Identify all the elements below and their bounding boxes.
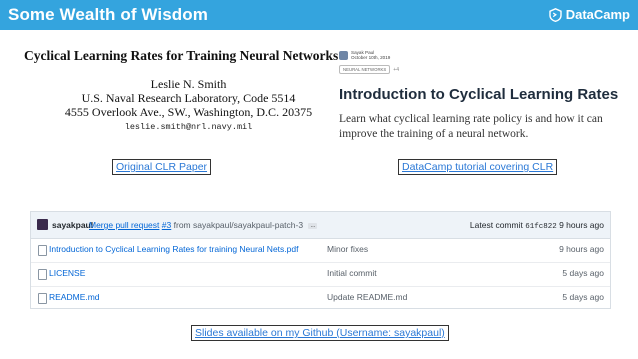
- avatar: [339, 51, 348, 60]
- tag-neural-networks[interactable]: NEURAL NETWORKS: [339, 65, 391, 75]
- file-icon: [38, 293, 47, 304]
- tutorial-tags: NEURAL NETWORKS +4: [339, 65, 629, 75]
- expand-commit-button[interactable]: ...: [308, 223, 318, 229]
- file-age: 5 days ago: [562, 268, 604, 278]
- paper-author: Leslie N. Smith: [150, 77, 227, 91]
- file-name-link[interactable]: Introduction to Cyclical Learning Rates …: [49, 244, 298, 254]
- file-commit-message[interactable]: Minor fixes: [327, 244, 368, 254]
- table-row: Introduction to Cyclical Learning Rates …: [31, 239, 610, 263]
- latest-commit-label: Latest commit: [469, 220, 523, 230]
- file-icon: [38, 245, 47, 256]
- github-file-list: sayakpaul Merge pull request #3 from say…: [30, 211, 611, 309]
- header-bar: Some Wealth of Wisdom DataCamp: [0, 0, 638, 30]
- commit-message-rest: from sayakpaul/sayakpaul-patch-3: [173, 220, 304, 230]
- tutorial-link[interactable]: DataCamp tutorial covering CLR: [398, 159, 558, 175]
- paper-email: leslie.smith@nrl.navy.mil: [124, 122, 253, 132]
- tutorial-card: Sayak Paul October 10th, 2019 NEURAL NET…: [339, 50, 629, 142]
- brand-name: DataCamp: [565, 7, 630, 22]
- slides-github-link[interactable]: Slides available on my Github (Username:…: [191, 325, 449, 341]
- avatar[interactable]: [37, 219, 48, 230]
- tutorial-author-row: Sayak Paul October 10th, 2019: [339, 50, 629, 60]
- clr-paper-link[interactable]: Original CLR Paper: [112, 159, 212, 175]
- paper-affiliation: U.S. Naval Research Laboratory, Code 551…: [81, 91, 296, 105]
- latest-commit-bar: sayakpaul Merge pull request #3 from say…: [31, 212, 610, 239]
- latest-commit-age: 9 hours ago: [559, 220, 604, 230]
- latest-commit-info: Latest commit 61fc822 9 hours ago: [470, 220, 604, 231]
- file-age: 5 days ago: [562, 292, 604, 302]
- commit-sha[interactable]: 61fc822: [525, 223, 557, 231]
- tutorial-title: Introduction to Cyclical Learning Rates: [339, 86, 619, 104]
- file-commit-message[interactable]: Initial commit: [327, 268, 377, 278]
- commit-message-link[interactable]: Merge pull request: [89, 220, 159, 230]
- tag-more[interactable]: +4: [393, 67, 399, 73]
- file-commit-message[interactable]: Update README.md: [327, 292, 407, 302]
- file-name-link[interactable]: LICENSE: [49, 268, 85, 278]
- file-icon: [38, 269, 47, 280]
- tutorial-date: October 10th, 2019: [351, 55, 391, 61]
- datacamp-logo-icon: [549, 7, 562, 22]
- table-row: LICENSE Initial commit 5 days ago: [31, 263, 610, 287]
- slide-title: Some Wealth of Wisdom: [8, 5, 208, 24]
- file-age: 9 hours ago: [559, 244, 604, 254]
- table-row: README.md Update README.md 5 days ago: [31, 287, 610, 310]
- paper-address: 4555 Overlook Ave., SW., Washington, D.C…: [64, 105, 313, 119]
- paper-author-block: Leslie N. Smith U.S. Naval Research Labo…: [24, 77, 319, 134]
- tutorial-description: Learn what cyclical learning rate policy…: [339, 113, 603, 141]
- clr-paper-header: Cyclical Learning Rates for Training Neu…: [24, 48, 339, 134]
- file-name-link[interactable]: README.md: [49, 292, 100, 302]
- pull-request-link[interactable]: #3: [162, 220, 171, 230]
- datacamp-brand: DataCamp: [549, 7, 630, 22]
- commit-author[interactable]: sayakpaul: [52, 220, 93, 230]
- commit-message: Merge pull request #3 from sayakpaul/say…: [89, 220, 318, 230]
- paper-title: Cyclical Learning Rates for Training Neu…: [24, 48, 339, 63]
